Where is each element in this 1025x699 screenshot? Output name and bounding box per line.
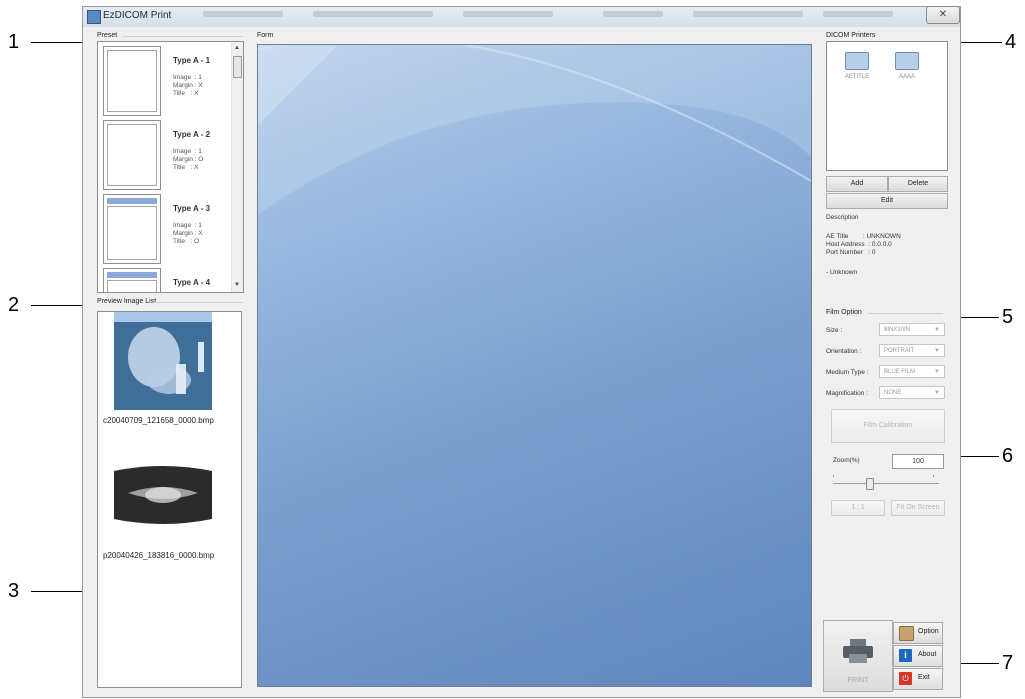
app-window: EzDICOM Print ✕ Preset Type A - 1 Image … <box>82 6 961 698</box>
printers-label: DICOM Printers <box>826 32 876 39</box>
printer-icon <box>843 639 873 663</box>
preset-meta-1: Image : 1 Margin : X Title : X <box>173 74 203 97</box>
app-icon <box>87 10 101 24</box>
scroll-thumb[interactable] <box>233 56 242 78</box>
chevron-down-icon: ▼ <box>934 348 940 354</box>
preset-meta-3: Image : 1 Margin : X Title : O <box>173 222 203 245</box>
fit-on-screen-button[interactable]: Fit On Screen <box>891 500 945 516</box>
preset-scrollbar[interactable]: ▲ ▼ <box>231 42 243 292</box>
magnification-select[interactable]: NONE ▼ <box>879 386 945 399</box>
preview-caption-2: p20040426_183816_0000.bmp <box>103 551 215 560</box>
info-icon: i <box>899 649 912 662</box>
preset-thumb-1[interactable] <box>103 46 161 116</box>
preset-thumb-2[interactable] <box>103 120 161 190</box>
about-button[interactable]: i About <box>893 645 943 667</box>
one-to-one-button[interactable]: 1 : 1 <box>831 500 885 516</box>
option-icon <box>899 626 914 641</box>
film-option-label: Film Option <box>826 309 862 316</box>
preset-name-3: Type A - 3 <box>173 204 211 213</box>
chevron-down-icon: ▼ <box>934 327 940 333</box>
medium-type-label: Medium Type : <box>826 369 869 376</box>
preview-list[interactable]: c20040709_121658_0000.bmp p20040426_1838… <box>97 311 242 688</box>
printer-icon <box>895 52 919 70</box>
form-label: Form <box>257 32 274 39</box>
preset-thumb-4[interactable] <box>103 268 161 292</box>
power-icon: ⏻ <box>899 672 912 685</box>
edit-printer-button[interactable]: Edit <box>826 193 948 209</box>
magnification-label: Magnification : <box>826 390 868 397</box>
callout-1: 1 <box>8 31 20 53</box>
preview-caption-1: c20040709_121658_0000.bmp <box>103 416 214 425</box>
printer-item-aaaa[interactable]: AAAA <box>887 52 927 80</box>
preset-meta-2: Image : 1 Margin : O Title : X <box>173 148 204 171</box>
delete-printer-button[interactable]: Delete <box>888 176 948 192</box>
close-button[interactable]: ✕ <box>926 6 960 24</box>
printer-details: AE Title : UNKNOWN Host Address : 0.0.0.… <box>826 233 901 256</box>
preset-name-4: Type A - 4 <box>173 278 211 287</box>
zoom-slider-thumb[interactable] <box>866 478 874 490</box>
print-button[interactable]: PRINT <box>823 620 893 692</box>
callout-3: 3 <box>8 580 20 602</box>
preset-name-1: Type A - 1 <box>173 56 211 65</box>
printer-note: - Unknown <box>826 269 858 276</box>
orientation-label: Orientation : <box>826 348 862 355</box>
zoom-input[interactable]: 100 <box>892 454 944 469</box>
form-canvas[interactable] <box>257 44 812 687</box>
preview-image-2[interactable] <box>114 443 212 546</box>
callout-7: 7 <box>1002 652 1014 674</box>
film-calibration-button[interactable]: Film Calibration <box>831 409 945 443</box>
cephalometric-xray-icon <box>114 312 212 410</box>
description-label: Description <box>826 214 859 221</box>
preset-label: Preset <box>97 32 118 39</box>
zoom-slider-track[interactable] <box>833 483 939 484</box>
scroll-down-icon[interactable]: ▼ <box>232 280 242 290</box>
chevron-down-icon: ▼ <box>934 390 940 396</box>
orientation-select[interactable]: PORTRAIT ▼ <box>879 344 945 357</box>
printer-item-aetitle[interactable]: AETITLE <box>837 52 877 80</box>
window-title: EzDICOM Print <box>103 10 172 21</box>
option-button[interactable]: Option <box>893 622 943 644</box>
size-select[interactable]: 8INX10IN ▼ <box>879 323 945 336</box>
callout-6: 6 <box>1002 445 1014 467</box>
preset-name-2: Type A - 2 <box>173 130 211 139</box>
form-background-icon <box>258 45 811 215</box>
printer-list[interactable]: AETITLE AAAA <box>826 41 948 171</box>
add-printer-button[interactable]: Add <box>826 176 888 192</box>
exit-button[interactable]: ⏻ Exit <box>893 668 943 690</box>
preset-list[interactable]: Type A - 1 Image : 1 Margin : X Title : … <box>97 41 244 293</box>
callout-5: 5 <box>1002 306 1014 328</box>
scroll-up-icon[interactable]: ▲ <box>232 43 242 53</box>
preview-image-1[interactable] <box>114 312 212 410</box>
medium-type-select[interactable]: BLUE FILM ▼ <box>879 365 945 378</box>
size-label: Size : <box>826 327 843 334</box>
callout-2: 2 <box>8 294 20 316</box>
zoom-label: Zoom(%) <box>833 457 860 464</box>
panoramic-xray-icon <box>114 443 212 546</box>
preview-label: Preview Image List <box>97 298 157 305</box>
printer-icon <box>845 52 869 70</box>
title-bar: EzDICOM Print ✕ <box>83 6 960 27</box>
chevron-down-icon: ▼ <box>934 369 940 375</box>
callout-4: 4 <box>1005 31 1017 53</box>
preset-thumb-3[interactable] <box>103 194 161 264</box>
